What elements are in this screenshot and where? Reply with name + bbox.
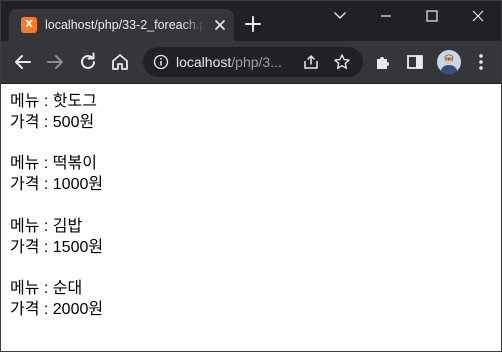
menu-name-line: 메뉴 : 김밥 <box>10 218 83 235</box>
menu-name-line: 메뉴 : 떡볶이 <box>10 155 97 172</box>
browser-toolbar: localhost/php/3... <box>1 41 501 84</box>
menu-price-line: 가격 : 1500원 <box>10 239 104 256</box>
bookmark-star-icon[interactable] <box>333 53 351 71</box>
menu-price-line: 가격 : 1000원 <box>10 176 104 193</box>
page-content: 메뉴 : 핫도그 가격 : 500원 메뉴 : 떡볶이 가격 : 1000원 메… <box>1 84 501 351</box>
tab-title: localhost/php/33-2_foreach.php <box>45 18 205 32</box>
menu-name-line: 메뉴 : 핫도그 <box>10 93 97 110</box>
reload-icon[interactable] <box>77 51 99 73</box>
url-text[interactable]: localhost/php/3... <box>176 53 282 71</box>
menu-item: 메뉴 : 김밥 가격 : 1500원 <box>10 217 103 259</box>
share-icon[interactable] <box>302 53 320 71</box>
url-path: /php/3... <box>231 54 282 70</box>
menu-name-line: 메뉴 : 순대 <box>10 280 83 297</box>
profile-avatar-icon <box>440 54 458 74</box>
maximize-icon[interactable] <box>409 1 455 31</box>
minimize-icon[interactable] <box>363 1 409 31</box>
url-host: localhost <box>176 54 232 70</box>
back-arrow-icon[interactable] <box>12 51 34 73</box>
new-tab-icon[interactable] <box>244 15 262 33</box>
close-window-icon[interactable] <box>455 1 501 31</box>
more-menu-icon[interactable] <box>470 51 492 73</box>
menu-price-line: 가격 : 2000원 <box>10 301 104 318</box>
menu-item: 메뉴 : 순대 가격 : 2000원 <box>10 279 103 321</box>
forward-arrow-icon[interactable] <box>44 51 66 73</box>
site-info-icon[interactable] <box>153 54 169 70</box>
tab-close-icon[interactable] <box>212 17 228 33</box>
menu-item: 메뉴 : 떡볶이 가격 : 1000원 <box>10 154 103 196</box>
side-panel-icon[interactable] <box>404 51 426 73</box>
tab-search-chevron-icon[interactable] <box>317 1 363 31</box>
profile-avatar[interactable] <box>437 50 461 74</box>
menu-price-line: 가격 : 500원 <box>10 114 95 131</box>
home-icon[interactable] <box>109 51 131 73</box>
xampp-favicon-icon: X <box>21 17 37 33</box>
browser-window: X localhost/php/33-2_foreach.php localho… <box>0 0 502 352</box>
tab-strip: X localhost/php/33-2_foreach.php <box>1 1 501 41</box>
menu-item: 메뉴 : 핫도그 가격 : 500원 <box>10 92 97 134</box>
extensions-puzzle-icon[interactable] <box>372 51 394 73</box>
tab-active[interactable]: X localhost/php/33-2_foreach.php <box>9 9 234 41</box>
address-bar[interactable]: localhost/php/3... <box>143 47 363 77</box>
